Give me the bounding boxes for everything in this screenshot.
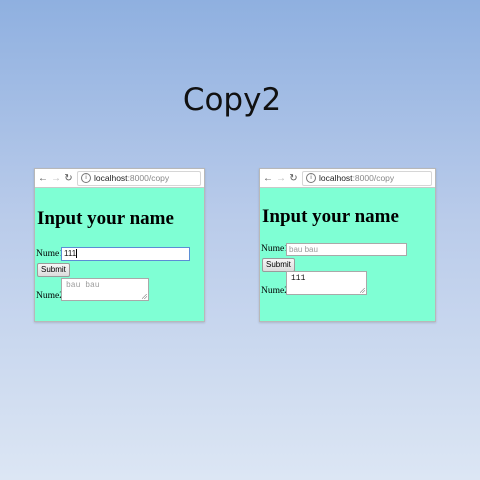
reload-icon[interactable]: ↻ (289, 173, 298, 184)
slide-title: Copy2 (182, 82, 282, 118)
nume2-label: Nume2 (36, 291, 64, 301)
text-caret (76, 249, 78, 259)
nume1-label: Nume1 (261, 244, 289, 254)
url-host: localhost (319, 173, 353, 183)
nume2-textarea[interactable]: bau bau (61, 278, 149, 301)
nume1-label: Nume1 (36, 249, 64, 259)
browser-window-right: ← → ↻ i localhost:8000/copy Input your n… (259, 168, 436, 322)
url-path: :8000/copy (127, 173, 170, 183)
forward-arrow-icon[interactable]: → (51, 173, 61, 184)
browser-window-left: ← → ↻ i localhost:8000/copy Input your n… (34, 168, 205, 322)
submit-button[interactable]: Submit (262, 258, 295, 272)
submit-button[interactable]: Submit (37, 263, 70, 277)
page-content: Input your name Nume1 bau bau Submit Num… (260, 188, 435, 321)
browser-toolbar: ← → ↻ i localhost:8000/copy (260, 169, 435, 188)
back-arrow-icon[interactable]: ← (38, 173, 48, 184)
nume2-label: Nume2 (261, 286, 289, 296)
browser-toolbar: ← → ↻ i localhost:8000/copy (35, 169, 204, 188)
info-icon[interactable]: i (306, 173, 316, 183)
forward-arrow-icon[interactable]: → (276, 173, 286, 184)
nume1-placeholder: bau bau (289, 245, 318, 254)
nume1-input[interactable]: bau bau (286, 243, 407, 256)
reload-icon[interactable]: ↻ (64, 173, 73, 184)
address-bar[interactable]: i localhost:8000/copy (77, 170, 201, 186)
resize-grip-icon[interactable] (360, 288, 365, 293)
nume1-value: 111 (64, 249, 77, 258)
url-host: localhost (94, 173, 128, 183)
resize-grip-icon[interactable] (142, 294, 147, 299)
info-icon[interactable]: i (81, 173, 91, 183)
page-content: Input your name Nume1 111 Submit Nume2 b… (35, 188, 204, 321)
url-path: :8000/copy (352, 173, 395, 183)
page-heading: Input your name (262, 206, 399, 227)
nume2-value: 111 (291, 274, 306, 283)
nume1-input[interactable]: 111 (61, 247, 190, 261)
page-heading: Input your name (37, 208, 174, 229)
nume2-placeholder: bau bau (66, 281, 100, 290)
back-arrow-icon[interactable]: ← (263, 173, 273, 184)
address-bar[interactable]: i localhost:8000/copy (302, 170, 432, 186)
nume2-textarea[interactable]: 111 (286, 271, 367, 295)
